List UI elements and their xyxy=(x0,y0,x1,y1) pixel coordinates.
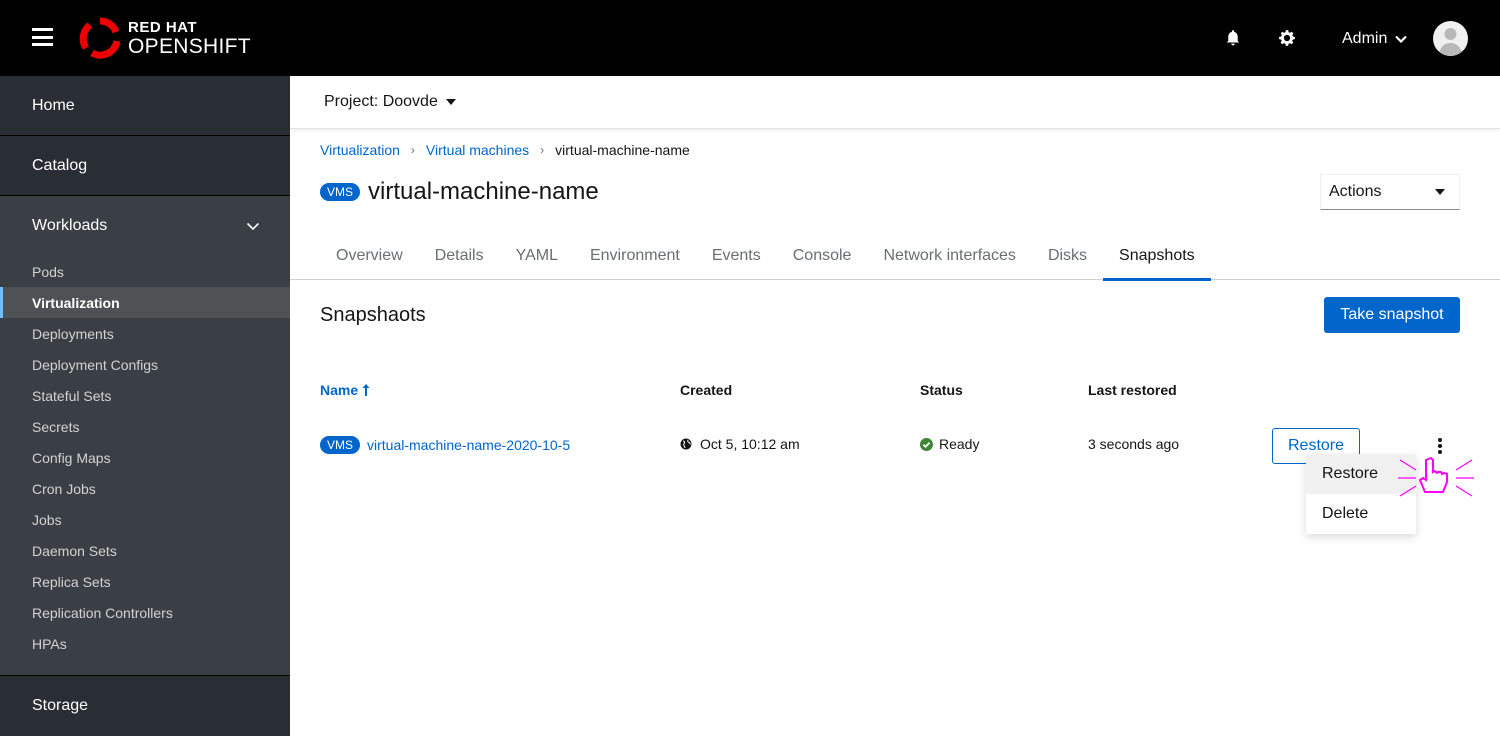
sidebar-item-label: Home xyxy=(32,96,75,114)
breadcrumb-separator-icon: › xyxy=(410,143,415,157)
snapshot-status-cell: Ready xyxy=(920,436,979,452)
gear-icon[interactable] xyxy=(1278,29,1296,47)
breadcrumb-virtual-machines[interactable]: Virtual machines xyxy=(426,142,529,158)
globe-icon xyxy=(680,438,692,450)
chevron-down-icon xyxy=(246,222,260,230)
user-menu[interactable]: Admin xyxy=(1342,30,1408,48)
pointer-cursor-icon xyxy=(1398,456,1474,497)
sidebar-item-virtualization[interactable]: Virtualization xyxy=(0,287,290,318)
main-content: Project: Doovde Virtualization › Virtual… xyxy=(290,76,1500,730)
redhat-openshift-logo-icon xyxy=(79,17,121,59)
sidebar-item-catalog[interactable]: Catalog xyxy=(0,136,290,196)
sidebar-item-home[interactable]: Home xyxy=(0,76,290,136)
tab-yaml[interactable]: YAML xyxy=(500,232,574,280)
column-name-label: Name xyxy=(320,382,359,398)
take-snapshot-button[interactable]: Take snapshot xyxy=(1324,297,1460,333)
kebab-menu-icon[interactable] xyxy=(1430,436,1450,456)
status-value: Ready xyxy=(939,436,980,452)
sidebar-item-label: Workloads xyxy=(32,217,108,234)
breadcrumb-virtualization[interactable]: Virtualization xyxy=(320,142,400,158)
sidebar-item-cron-jobs[interactable]: Cron Jobs xyxy=(0,473,290,504)
sort-ascending-icon xyxy=(362,384,370,396)
page-header: VMS virtual-machine-name xyxy=(320,178,599,206)
last-restored-value: 3 seconds ago xyxy=(1088,436,1180,452)
sidebar-item-deployment-configs[interactable]: Deployment Configs xyxy=(0,349,290,380)
snapshot-last-restored-cell: 3 seconds ago xyxy=(1088,436,1179,452)
tab-events[interactable]: Events xyxy=(696,232,777,280)
column-header-status[interactable]: Status xyxy=(920,382,963,398)
column-header-created[interactable]: Created xyxy=(680,382,732,398)
project-label: Project: xyxy=(324,93,379,110)
sidebar-item-daemon-sets[interactable]: Daemon Sets xyxy=(0,535,290,566)
logo-line1: RED HAT xyxy=(128,18,198,36)
sidebar-item-label: Storage xyxy=(32,697,89,714)
avatar[interactable] xyxy=(1433,21,1468,56)
sidebar-item-label: Catalog xyxy=(32,156,88,174)
sidebar-item-pods[interactable]: Pods xyxy=(0,256,290,287)
sidebar-item-secrets[interactable]: Secrets xyxy=(0,411,290,442)
column-header-last-restored[interactable]: Last restored xyxy=(1088,382,1177,398)
actions-dropdown[interactable]: Actions xyxy=(1320,174,1460,210)
check-circle-icon xyxy=(920,437,933,451)
tab-network-interfaces[interactable]: Network interfaces xyxy=(867,232,1032,280)
snapshot-name-link[interactable]: virtual-machine-name-2020-10-5 xyxy=(367,437,570,453)
project-selector[interactable]: Project: Doovde xyxy=(324,93,456,111)
tab-details[interactable]: Details xyxy=(419,232,500,280)
tab-console[interactable]: Console xyxy=(777,232,868,280)
chevron-down-icon xyxy=(1395,35,1408,43)
sidebar-item-deployments[interactable]: Deployments xyxy=(0,318,290,349)
bell-icon[interactable] xyxy=(1224,29,1242,47)
sidebar-item-replica-sets[interactable]: Replica Sets xyxy=(0,566,290,597)
masthead: RED HAT OPENSHIFT Admin xyxy=(0,0,1500,76)
sidebar-item-stateful-sets[interactable]: Stateful Sets xyxy=(0,380,290,411)
actions-label: Actions xyxy=(1329,183,1382,200)
sidebar-item-jobs[interactable]: Jobs xyxy=(0,504,290,535)
snapshot-created-cell: Oct 5, 10:12 am xyxy=(680,436,800,452)
created-value: Oct 5, 10:12 am xyxy=(700,436,800,452)
sidebar-item-hpas[interactable]: HPAs xyxy=(0,628,290,659)
project-value: Doovde xyxy=(382,93,438,110)
hamburger-icon[interactable] xyxy=(32,28,53,46)
sidebar: Home Catalog Workloads Pods Virtualizati… xyxy=(0,76,290,736)
breadcrumb-current: virtual-machine-name xyxy=(555,142,690,158)
tab-overview[interactable]: Overview xyxy=(320,232,419,280)
resource-badge: VMS xyxy=(320,436,361,454)
sidebar-item-storage[interactable]: Storage xyxy=(0,676,290,736)
sidebar-section-workloads: Workloads Pods Virtualization Deployment… xyxy=(0,196,290,676)
sidebar-item-workloads[interactable]: Workloads xyxy=(0,196,290,256)
caret-down-icon xyxy=(445,99,456,105)
tab-snapshots[interactable]: Snapshots xyxy=(1103,232,1211,281)
tab-disks[interactable]: Disks xyxy=(1032,232,1103,280)
user-name: Admin xyxy=(1342,30,1388,47)
tab-environment[interactable]: Environment xyxy=(574,232,696,280)
caret-down-icon xyxy=(1435,189,1445,195)
sidebar-item-config-maps[interactable]: Config Maps xyxy=(0,442,290,473)
project-bar: Project: Doovde xyxy=(290,76,1500,129)
openshift-logo[interactable]: RED HAT OPENSHIFT xyxy=(78,16,251,60)
page-title: virtual-machine-name xyxy=(368,178,599,205)
sidebar-item-replication-controllers[interactable]: Replication Controllers xyxy=(0,597,290,628)
breadcrumb-separator-icon: › xyxy=(540,143,545,157)
tab-bar: Overview Details YAML Environment Events… xyxy=(290,232,1500,281)
user-avatar-icon xyxy=(1439,28,1462,56)
resource-badge: VMS xyxy=(320,183,361,201)
logo-line2: OPENSHIFT xyxy=(128,34,251,58)
section-title: Snapshaots xyxy=(320,304,426,326)
column-header-name[interactable]: Name xyxy=(320,382,371,398)
breadcrumb: Virtualization › Virtual machines › virt… xyxy=(320,142,690,158)
snapshot-name-cell: VMS virtual-machine-name-2020-10-5 xyxy=(320,436,570,454)
